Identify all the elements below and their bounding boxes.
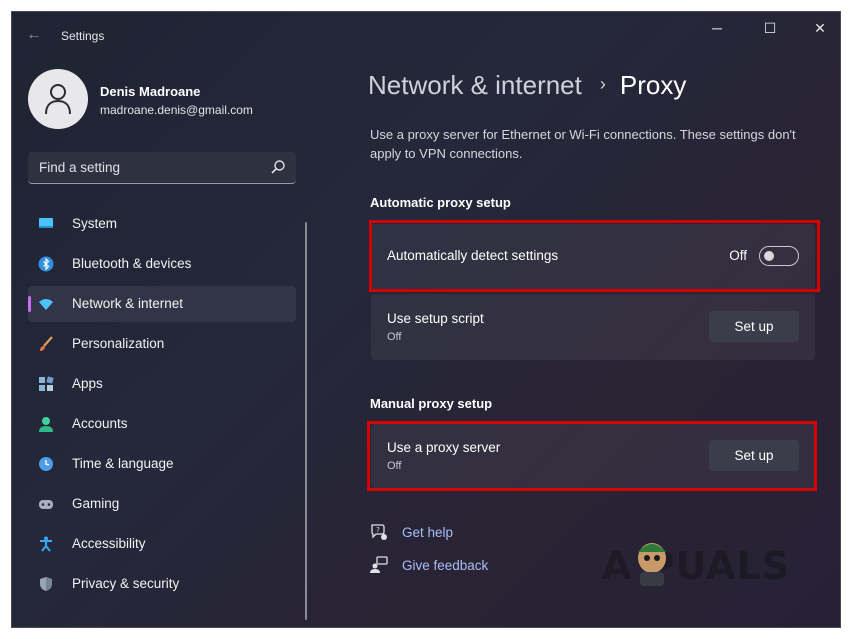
user-name: Denis Madroane (100, 84, 201, 99)
minimize-button[interactable]: ─ (694, 12, 740, 44)
user-email: madroane.denis@gmail.com (100, 103, 253, 117)
help-icon: ? (371, 524, 387, 540)
title-bar: ← Settings ─ ☐ ✕ (12, 12, 840, 58)
sidebar-item-label: Time & language (72, 456, 174, 471)
search-input[interactable]: Find a setting (28, 152, 296, 184)
highlight-box (367, 421, 817, 491)
sidebar-item-network[interactable]: Network & internet (28, 286, 296, 322)
sidebar-item-label: Personalization (72, 336, 165, 351)
search-icon[interactable] (270, 159, 286, 175)
automatic-proxy-heading: Automatic proxy setup (370, 195, 511, 210)
sidebar-item-gaming[interactable]: Gaming (28, 486, 296, 522)
highlight-box (369, 220, 820, 292)
sidebar-item-label: Bluetooth & devices (72, 256, 192, 271)
sidebar-item-label: Gaming (72, 496, 120, 511)
give-feedback-text: Give feedback (402, 557, 489, 573)
breadcrumb: Network & internet › Proxy (368, 70, 686, 101)
manual-proxy-heading: Manual proxy setup (370, 396, 493, 411)
settings-window: ← Settings ─ ☐ ✕ Denis Madroane madroane… (11, 11, 841, 628)
sidebar-item-personalization[interactable]: Personalization (28, 326, 296, 362)
shield-icon (40, 577, 52, 591)
svg-text:?: ? (376, 526, 380, 534)
sidebar-item-accessibility[interactable]: Accessibility (28, 526, 296, 562)
get-help-link[interactable]: ? Get help (370, 521, 453, 543)
sidebar-item-bluetooth[interactable]: Bluetooth & devices (28, 246, 296, 282)
avatar[interactable] (28, 69, 88, 129)
app-title: Settings (61, 29, 105, 43)
sidebar-scrollbar[interactable] (305, 222, 307, 620)
breadcrumb-parent[interactable]: Network & internet (368, 70, 582, 100)
sidebar-item-label: Network & internet (72, 296, 184, 311)
accounts-icon (39, 417, 53, 432)
sidebar-item-label: Privacy & security (72, 576, 180, 591)
setup-script-card: Use setup script Off Set up (371, 294, 815, 360)
clock-globe-icon (39, 457, 53, 471)
apps-icon (39, 376, 54, 391)
search-placeholder: Find a setting (39, 160, 121, 175)
sidebar-item-label: System (72, 216, 118, 231)
watermark-mascot-icon (638, 543, 666, 586)
close-button[interactable]: ✕ (797, 12, 840, 44)
sidebar-item-time-language[interactable]: Time & language (28, 446, 296, 482)
get-help-text: Get help (402, 524, 454, 540)
wifi-icon (39, 299, 53, 310)
sidebar-item-apps[interactable]: Apps (28, 366, 296, 402)
setup-script-button[interactable]: Set up (709, 311, 799, 342)
user-silhouette-icon (45, 84, 71, 115)
brush-icon (40, 336, 53, 351)
setup-script-status: Off (387, 331, 402, 343)
system-icon (39, 218, 53, 228)
sidebar-item-label: Apps (72, 376, 103, 391)
sidebar-item-system[interactable]: System (28, 206, 296, 242)
sidebar-nav: System Bluetooth & devices Network & int… (28, 206, 296, 606)
page-title: Proxy (619, 70, 687, 100)
sidebar-item-label: Accounts (72, 416, 128, 431)
sidebar-item-accounts[interactable]: Accounts (28, 406, 296, 442)
gamepad-icon (39, 500, 53, 509)
bluetooth-icon (38, 256, 54, 272)
back-arrow-icon[interactable]: ← (26, 25, 46, 45)
page-description: Use a proxy server for Ethernet or Wi-Fi… (370, 127, 796, 161)
sidebar-item-privacy-security[interactable]: Privacy & security (28, 566, 296, 602)
feedback-icon (370, 556, 388, 573)
sidebar-item-label: Accessibility (72, 536, 146, 551)
breadcrumb-separator: › (599, 74, 606, 94)
accessibility-icon (40, 536, 52, 552)
setup-script-title: Use setup script (387, 311, 484, 326)
give-feedback-link[interactable]: Give feedback (370, 554, 488, 576)
maximize-button[interactable]: ☐ (747, 12, 793, 44)
